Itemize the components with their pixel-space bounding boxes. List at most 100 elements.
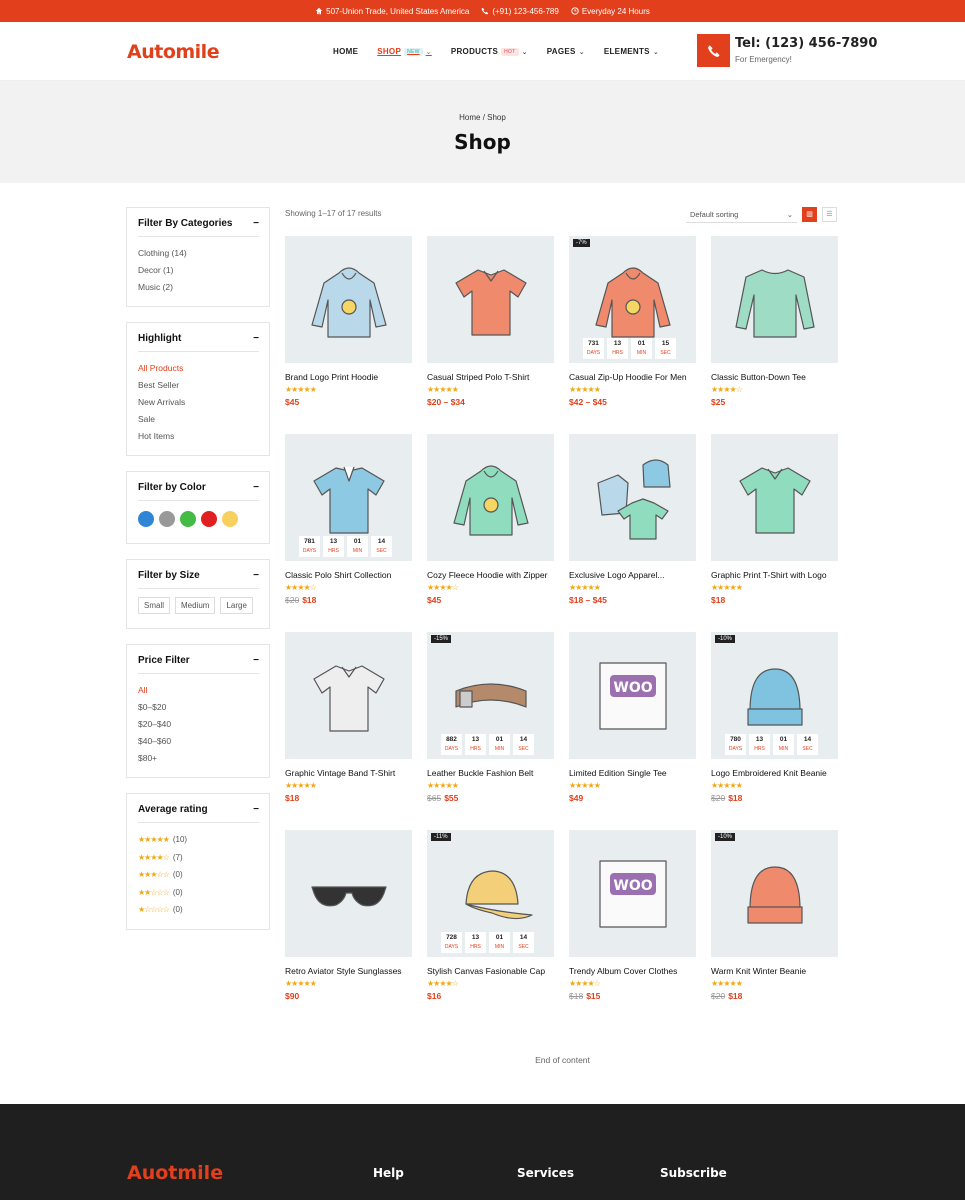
size-option[interactable]: Medium: [175, 597, 216, 614]
color-swatch[interactable]: [201, 511, 217, 527]
product-name[interactable]: Limited Edition Single Tee: [569, 768, 696, 778]
phone-item[interactable]: (+91) 123-456-789: [481, 7, 559, 16]
countdown-box: 728 DAYS: [441, 932, 462, 953]
nav-shop[interactable]: SHOP NEW ⌄: [377, 47, 432, 56]
product-card[interactable]: WOO Trendy Album Cover Clothes ★★★★☆ $18 $15: [569, 830, 696, 1028]
countdown-value: 780: [730, 736, 741, 743]
product-image[interactable]: -7% 731 DAYS 13 HRS 01 MIN 15 SEC: [569, 236, 696, 363]
nav-products[interactable]: PRODUCTS HOT ⌄: [451, 47, 528, 56]
collapse-icon[interactable]: −: [253, 218, 259, 229]
product-price: $45: [427, 595, 554, 605]
product-card[interactable]: WOO Limited Edition Single Tee ★★★★★ $49: [569, 632, 696, 830]
product-name[interactable]: Casual Striped Polo T-Shirt: [427, 372, 554, 382]
product-name[interactable]: Classic Polo Shirt Collection: [285, 570, 412, 580]
product-image[interactable]: -10%: [711, 830, 838, 957]
product-card[interactable]: Casual Striped Polo T-Shirt ★★★★★ $20 – $3…: [427, 236, 554, 434]
product-image[interactable]: [711, 236, 838, 363]
product-card[interactable]: -10% Warm Knit Winter Beanie ★★★★★ $20 $18: [711, 830, 838, 1028]
categories-filter-item[interactable]: Decor (1): [138, 262, 259, 279]
product-card[interactable]: Graphic Print T-Shirt with Logo ★★★★★ $18: [711, 434, 838, 632]
price-filter-item[interactable]: $80+: [138, 750, 259, 767]
product-image[interactable]: [285, 632, 412, 759]
size-option[interactable]: Large: [220, 597, 253, 614]
rating-filter-item[interactable]: ★★★★☆ (7): [138, 849, 259, 867]
color-swatch[interactable]: [138, 511, 154, 527]
product-card[interactable]: -11% 728 DAYS 13 HRS 01 MIN 14 SEC Stylish Canvas…: [427, 830, 554, 1028]
sort-select[interactable]: Default sorting ⌄: [686, 207, 797, 223]
product-card[interactable]: Retro Aviator Style Sunglasses ★★★★★ $90: [285, 830, 412, 1028]
highlight-filter-item[interactable]: Best Seller: [138, 377, 259, 394]
product-image[interactable]: -15% 882 DAYS 13 HRS 01 MIN 14 SEC: [427, 632, 554, 759]
product-image[interactable]: 781 DAYS 13 HRS 01 MIN 14 SEC: [285, 434, 412, 561]
product-grid: Brand Logo Print Hoodie ★★★★★ $45 Casual St…: [285, 236, 839, 1028]
product-name[interactable]: Classic Button-Down Tee: [711, 372, 838, 382]
product-image[interactable]: [427, 236, 554, 363]
highlight-filter-item[interactable]: Hot Items: [138, 428, 259, 445]
collapse-icon[interactable]: −: [253, 655, 259, 666]
highlight-filter-item[interactable]: New Arrivals: [138, 394, 259, 411]
product-card[interactable]: Classic Button-Down Tee ★★★★☆ $25: [711, 236, 838, 434]
highlight-filter-item[interactable]: All Products: [138, 360, 259, 377]
rating-filter-item[interactable]: ★★★☆☆ (0): [138, 866, 259, 884]
price-filter-item[interactable]: $0–$20: [138, 699, 259, 716]
countdown-box: 13 HRS: [323, 536, 344, 557]
list-view-button[interactable]: ☰: [822, 207, 837, 222]
product-image[interactable]: [711, 434, 838, 561]
highlight-filter-item[interactable]: Sale: [138, 411, 259, 428]
categories-filter-item[interactable]: Music (2): [138, 279, 259, 296]
color-swatch[interactable]: [222, 511, 238, 527]
product-card[interactable]: -7% 731 DAYS 13 HRS 01 MIN 15 SEC Casual Zip-Up H…: [569, 236, 696, 434]
product-image[interactable]: [285, 830, 412, 957]
nav-pages[interactable]: PAGES ⌄: [547, 47, 585, 56]
product-name[interactable]: Cozy Fleece Hoodie with Zipper: [427, 570, 554, 580]
collapse-icon[interactable]: −: [253, 570, 259, 581]
product-name[interactable]: Graphic Vintage Band T-Shirt: [285, 768, 412, 778]
product-name[interactable]: Trendy Album Cover Clothes: [569, 966, 696, 976]
product-image[interactable]: [285, 236, 412, 363]
nav-elements[interactable]: ELEMENTS ⌄: [604, 47, 659, 56]
rating-filter-item[interactable]: ★★☆☆☆ (0): [138, 884, 259, 902]
product-name[interactable]: Graphic Print T-Shirt with Logo: [711, 570, 838, 580]
product-image[interactable]: -11% 728 DAYS 13 HRS 01 MIN 14 SEC: [427, 830, 554, 957]
price-filter-item[interactable]: All: [138, 682, 259, 699]
site-logo[interactable]: Automile: [127, 41, 220, 63]
countdown-box: 13 HRS: [465, 932, 486, 953]
color-swatch[interactable]: [159, 511, 175, 527]
breadcrumb[interactable]: Home / Shop: [0, 113, 965, 122]
product-card[interactable]: -10% 780 DAYS 13 HRS 01 MIN 14 SEC Logo Embroider…: [711, 632, 838, 830]
product-card[interactable]: 781 DAYS 13 HRS 01 MIN 14 SEC Classic Polo Shirt…: [285, 434, 412, 632]
nav-home[interactable]: HOME: [333, 47, 358, 56]
categories-filter-item[interactable]: Clothing (14): [138, 245, 259, 262]
product-image[interactable]: WOO: [569, 830, 696, 957]
product-name[interactable]: Retro Aviator Style Sunglasses: [285, 966, 412, 976]
product-card[interactable]: Brand Logo Print Hoodie ★★★★★ $45: [285, 236, 412, 434]
product-card[interactable]: Graphic Vintage Band T-Shirt ★★★★★ $18: [285, 632, 412, 830]
product-name[interactable]: Leather Buckle Fashion Belt: [427, 768, 554, 778]
star-rating-icon: ★★★★☆: [569, 979, 601, 988]
product-name[interactable]: Brand Logo Print Hoodie: [285, 372, 412, 382]
price-filter-item[interactable]: $40–$60: [138, 733, 259, 750]
product-image[interactable]: [569, 434, 696, 561]
collapse-icon[interactable]: −: [253, 333, 259, 344]
product-image[interactable]: -10% 780 DAYS 13 HRS 01 MIN 14 SEC: [711, 632, 838, 759]
product-name[interactable]: Logo Embroidered Knit Beanie: [711, 768, 838, 778]
product-name[interactable]: Warm Knit Winter Beanie: [711, 966, 838, 976]
product-card[interactable]: Exclusive Logo Apparel... ★★★★★ $18 – $45: [569, 434, 696, 632]
collapse-icon[interactable]: −: [253, 804, 259, 815]
phone-call-button[interactable]: [697, 34, 730, 67]
product-name[interactable]: Casual Zip-Up Hoodie For Men: [569, 372, 696, 382]
footer-logo[interactable]: Auotmile: [127, 1162, 223, 1184]
product-name[interactable]: Exclusive Logo Apparel...: [569, 570, 696, 580]
rating-filter-item[interactable]: ★★★★★ (10): [138, 831, 259, 849]
product-image[interactable]: [427, 434, 554, 561]
price-filter-item[interactable]: $20–$40: [138, 716, 259, 733]
size-option[interactable]: Small: [138, 597, 171, 614]
grid-view-button[interactable]: ▥: [802, 207, 817, 222]
product-card[interactable]: Cozy Fleece Hoodie with Zipper ★★★★☆ $45: [427, 434, 554, 632]
color-swatch[interactable]: [180, 511, 196, 527]
product-image[interactable]: WOO: [569, 632, 696, 759]
collapse-icon[interactable]: −: [253, 482, 259, 493]
rating-filter-item[interactable]: ★☆☆☆☆ (0): [138, 901, 259, 919]
product-card[interactable]: -15% 882 DAYS 13 HRS 01 MIN 14 SEC Leather Buckle…: [427, 632, 554, 830]
product-name[interactable]: Stylish Canvas Fasionable Cap: [427, 966, 554, 976]
